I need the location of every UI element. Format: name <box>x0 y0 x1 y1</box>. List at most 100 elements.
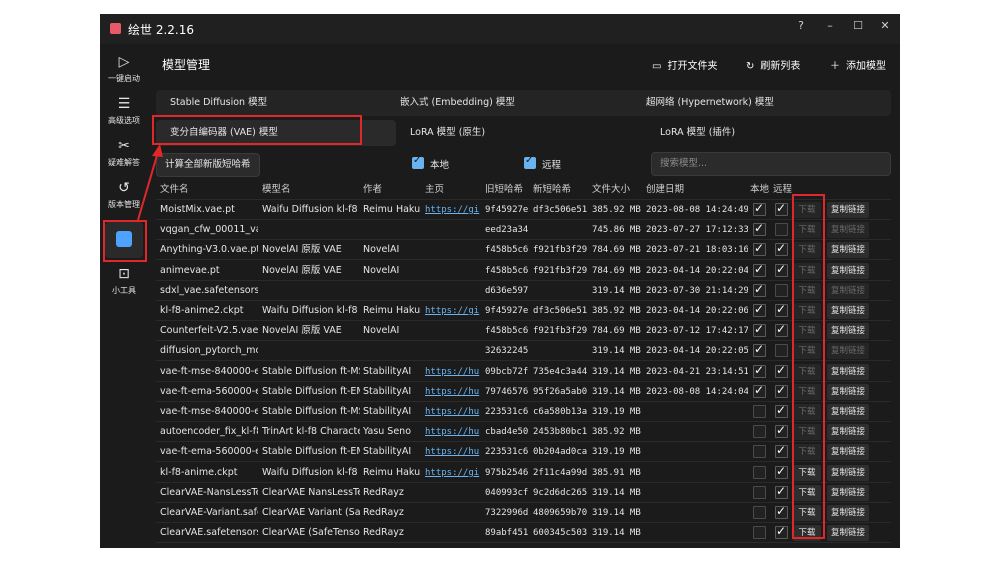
copy-link-button[interactable]: 复制链接 <box>827 323 869 340</box>
homepage-link[interactable]: https://gi <box>425 301 481 321</box>
homepage-link[interactable] <box>425 220 481 240</box>
remote-checkbox[interactable] <box>775 322 788 338</box>
table-row[interactable]: Anything-V3.0.vae.pt NovelAI 原版 VAE NovelA… <box>156 240 891 261</box>
homepage-link[interactable]: https://hu <box>425 422 481 442</box>
copy-link-button[interactable]: 复制链接 <box>827 505 869 521</box>
copy-link-button[interactable]: 复制链接 <box>827 202 869 218</box>
homepage-link[interactable] <box>425 341 481 361</box>
local-checkbox[interactable] <box>753 201 766 216</box>
calc-hash-button[interactable]: 计算全部新版短哈希 <box>156 153 260 177</box>
copy-link-button[interactable]: 复制链接 <box>827 303 869 319</box>
remote-checkbox[interactable] <box>775 363 788 378</box>
remote-checkbox[interactable] <box>775 283 788 297</box>
homepage-link[interactable]: https://gi <box>425 463 481 483</box>
copy-link-button[interactable]: 复制链接 <box>827 383 869 400</box>
copy-link-button[interactable]: 复制链接 <box>827 242 869 259</box>
remote-checkbox[interactable] <box>775 302 788 317</box>
copy-link-button[interactable]: 复制链接 <box>827 282 869 299</box>
homepage-link[interactable]: https://hu <box>425 382 481 402</box>
remote-checkbox[interactable] <box>775 484 788 499</box>
remote-checkbox[interactable] <box>775 504 788 519</box>
table-row[interactable]: vae-ft-ema-560000-em Stable Diffusion ft-… <box>156 442 891 463</box>
table-row[interactable]: vae-ft-mse-840000-em Stable Diffusion ft-… <box>156 362 891 382</box>
homepage-link[interactable] <box>425 321 481 341</box>
copy-link-button[interactable]: 复制链接 <box>827 262 869 279</box>
local-checkbox[interactable] <box>753 342 766 358</box>
homepage-link[interactable]: https://hu <box>425 362 481 382</box>
local-checkbox[interactable] <box>753 526 766 540</box>
maximize-button[interactable]: ☐ <box>848 19 868 32</box>
homepage-link[interactable]: https://gi <box>425 200 481 220</box>
tab-lora-plugin[interactable]: LoRA 模型 (插件) <box>646 120 891 146</box>
remote-checkbox[interactable] <box>775 403 788 418</box>
local-checkbox[interactable] <box>753 282 766 297</box>
local-checkbox[interactable] <box>753 221 766 237</box>
table-row[interactable]: vqgan_cfw_00011_vae_ eed23a34 745.86 MB 202… <box>156 220 891 241</box>
local-checkbox[interactable] <box>753 383 766 398</box>
remote-checkbox[interactable] <box>775 201 788 216</box>
local-checkbox[interactable] <box>753 425 766 439</box>
table-row[interactable]: kl-f8-anime2.ckpt Waifu Diffusion kl-f8 A… <box>156 301 891 321</box>
copy-link-button[interactable]: 复制链接 <box>827 222 869 239</box>
local-checkbox[interactable] <box>753 262 766 277</box>
remote-checkbox[interactable] <box>775 241 788 257</box>
local-checkbox[interactable] <box>753 241 766 257</box>
table-row[interactable]: kl-f8-anime.ckpt Waifu Diffusion kl-f8 AR… <box>156 463 891 483</box>
table-row[interactable]: ClearVAE-Variant.safete ClearVAE Variant … <box>156 503 891 523</box>
local-checkbox[interactable] <box>753 363 766 378</box>
sidebar-item-tools[interactable]: ⊡ 小工具 <box>100 266 148 296</box>
remote-checkbox[interactable] <box>775 344 788 358</box>
table-row[interactable]: Counterfeit-V2.5.vae.pt NovelAI 原版 VAE Nov… <box>156 321 891 342</box>
close-button[interactable]: ✕ <box>875 19 895 32</box>
table-row[interactable]: animevae.pt NovelAI 原版 VAE NovelAI f458b5c6… <box>156 261 891 281</box>
add-model-button[interactable]: ＋ 添加模型 <box>830 57 886 72</box>
minimize-button[interactable]: – <box>820 19 840 32</box>
copy-link-button[interactable]: 复制链接 <box>827 343 869 360</box>
homepage-link[interactable] <box>425 281 481 301</box>
table-row[interactable]: vae-ft-mse-840000-em Stable Diffusion ft-… <box>156 402 891 422</box>
local-checkbox[interactable] <box>753 506 766 519</box>
table-row[interactable]: vae-ft-ema-560000-em Stable Diffusion ft-… <box>156 382 891 402</box>
homepage-link[interactable] <box>425 483 481 503</box>
local-checkbox[interactable] <box>753 465 766 479</box>
table-row[interactable]: sdxl_vae.safetensors d636e597 319.14 MB 202… <box>156 281 891 301</box>
table-row[interactable]: autoencoder_fix_kl-f8-t TrinArt kl-f8 Cha… <box>156 422 891 443</box>
local-checkbox[interactable] <box>412 155 424 169</box>
copy-link-button[interactable]: 复制链接 <box>827 464 869 481</box>
remote-checkbox[interactable] <box>775 383 788 398</box>
remote-checkbox[interactable] <box>775 423 788 439</box>
copy-link-button[interactable]: 复制链接 <box>827 424 869 441</box>
refresh-list-button[interactable]: ↻ 刷新列表 <box>746 57 800 72</box>
remote-checkbox[interactable] <box>775 524 788 540</box>
tab-stable-diffusion[interactable]: Stable Diffusion 模型 <box>156 90 386 116</box>
remote-checkbox[interactable] <box>775 443 788 459</box>
copy-link-button[interactable]: 复制链接 <box>827 404 869 420</box>
local-checkbox[interactable] <box>753 485 766 499</box>
homepage-link[interactable]: https://hu <box>425 402 481 422</box>
copy-link-button[interactable]: 复制链接 <box>827 484 869 501</box>
help-button[interactable]: ? <box>791 19 811 32</box>
homepage-link[interactable] <box>425 503 481 523</box>
remote-checkbox[interactable] <box>775 223 788 237</box>
local-checkbox[interactable] <box>753 322 766 338</box>
local-checkbox[interactable] <box>753 405 766 418</box>
sidebar-item-advanced[interactable]: ☰ 高级选项 <box>100 96 148 126</box>
search-input[interactable]: 搜索模型... <box>651 152 891 176</box>
tab-hypernetwork[interactable]: 超网络 (Hypernetwork) 模型 <box>632 90 891 116</box>
table-row[interactable]: diffusion_pytorch_mod 32632245 319.14 MB 20… <box>156 341 891 362</box>
copy-link-button[interactable]: 复制链接 <box>827 525 869 542</box>
open-folder-button[interactable]: ▭ 打开文件夹 <box>652 57 717 72</box>
homepage-link[interactable] <box>425 261 481 281</box>
remote-checkbox[interactable] <box>524 155 536 169</box>
local-checkbox[interactable] <box>753 302 766 317</box>
table-row[interactable]: ClearVAE.safetensors ClearVAE (SafeTenso r… <box>156 523 891 544</box>
copy-link-button[interactable]: 复制链接 <box>827 444 869 461</box>
local-checkbox[interactable] <box>753 445 766 459</box>
homepage-link[interactable]: https://hu <box>425 442 481 462</box>
homepage-link[interactable] <box>425 523 481 543</box>
sidebar-item-launch[interactable]: ▷ 一键启动 <box>100 54 148 84</box>
remote-checkbox[interactable] <box>775 464 788 479</box>
tab-lora-native[interactable]: LoRA 模型 (原生) <box>396 120 646 146</box>
tab-embedding[interactable]: 嵌入式 (Embedding) 模型 <box>386 90 632 116</box>
table-row[interactable]: MoistMix.vae.pt Waifu Diffusion kl-f8 A Re… <box>156 200 891 220</box>
